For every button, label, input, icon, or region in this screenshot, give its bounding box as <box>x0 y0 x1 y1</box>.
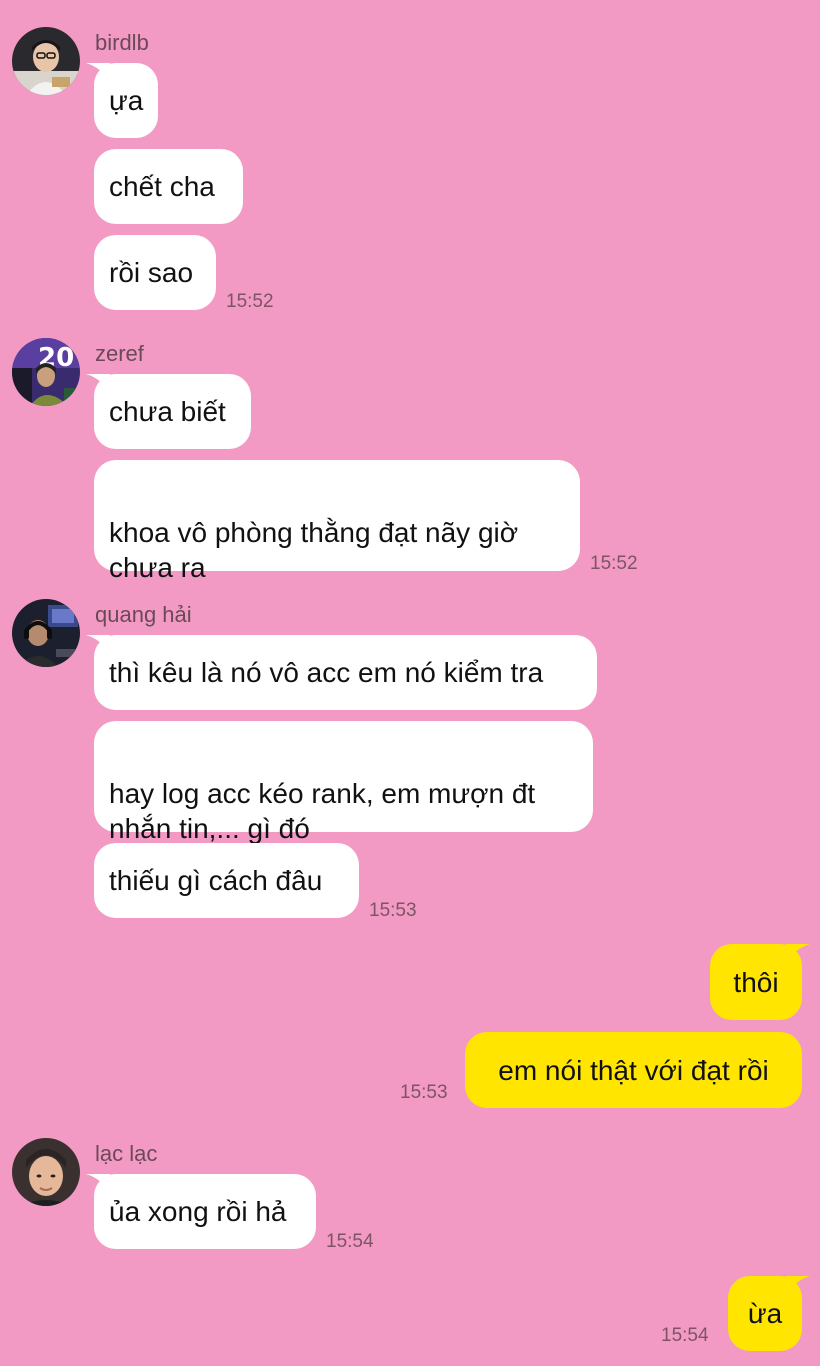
message-bubble[interactable]: thiếu gì cách đâu <box>94 843 359 918</box>
avatar-lac-lac[interactable] <box>12 1138 80 1206</box>
message-bubble[interactable]: ủa xong rồi hả <box>86 1174 316 1249</box>
message-bubble[interactable]: rồi sao <box>94 235 216 310</box>
bubble-tail <box>86 635 110 653</box>
message-timestamp: 15:54 <box>326 1231 374 1252</box>
message-text: thôi <box>733 966 779 998</box>
sender-name: birdlb <box>95 30 149 55</box>
outgoing-message-bubble[interactable]: ừa <box>728 1276 810 1351</box>
message-timestamp: 15:53 <box>369 900 417 921</box>
message-bubble[interactable]: thì kêu là nó vô acc em nó kiểm tra <box>86 635 597 710</box>
sender-name: quang hải <box>95 602 192 627</box>
sender-name: lạc lạc <box>95 1141 158 1166</box>
bubble-tail <box>786 1276 810 1294</box>
message-bubble[interactable]: ựa <box>86 63 158 138</box>
message-text: ủa xong rồi hả <box>109 1196 287 1227</box>
message-text: em nói thật với đạt rồi <box>498 1054 769 1086</box>
bubble-tail <box>86 63 110 81</box>
avatar-zeref[interactable]: 20 <box>12 338 80 406</box>
message-bubble[interactable]: chưa biết <box>86 374 251 449</box>
message-timestamp: 15:52 <box>226 291 274 312</box>
message-text: thì kêu là nó vô acc em nó kiểm tra <box>109 657 544 688</box>
avatar-quang-hai[interactable] <box>12 599 80 667</box>
bubble-tail <box>86 374 110 392</box>
message-text: ựa <box>109 85 144 116</box>
outgoing-message-bubble[interactable]: thôi <box>710 944 810 1020</box>
message-bubble[interactable]: chết cha <box>94 149 243 224</box>
message-timestamp: 15:53 <box>400 1082 448 1103</box>
message-text: chết cha <box>109 171 215 202</box>
message-text: ừa <box>747 1298 783 1329</box>
message-bubble[interactable]: hay log acc kéo rank, em mượn đt nhắn ti… <box>94 721 593 844</box>
bubble-tail <box>86 1174 110 1192</box>
outgoing-message-bubble[interactable]: em nói thật với đạt rồi <box>465 1032 802 1108</box>
message-bubble[interactable]: khoa vô phòng thằng đạt nãy giờ chưa ra <box>94 460 580 583</box>
message-text: rồi sao <box>109 257 194 288</box>
message-text: hay log acc kéo rank, em mượn đt nhắn ti… <box>109 778 536 844</box>
sender-name: zeref <box>95 341 144 366</box>
bubble-tail <box>786 944 810 962</box>
message-text: thiếu gì cách đâu <box>109 865 323 896</box>
message-text: khoa vô phòng thằng đạt nãy giờ chưa ra <box>109 517 519 583</box>
message-text: chưa biết <box>109 396 226 427</box>
message-timestamp: 15:54 <box>661 1325 709 1346</box>
message-timestamp: 15:52 <box>590 553 638 574</box>
chat-screen: { "groups": [ { "sender": "birdlb", "mes… <box>0 0 820 1366</box>
avatar-birdlb[interactable] <box>12 27 80 95</box>
